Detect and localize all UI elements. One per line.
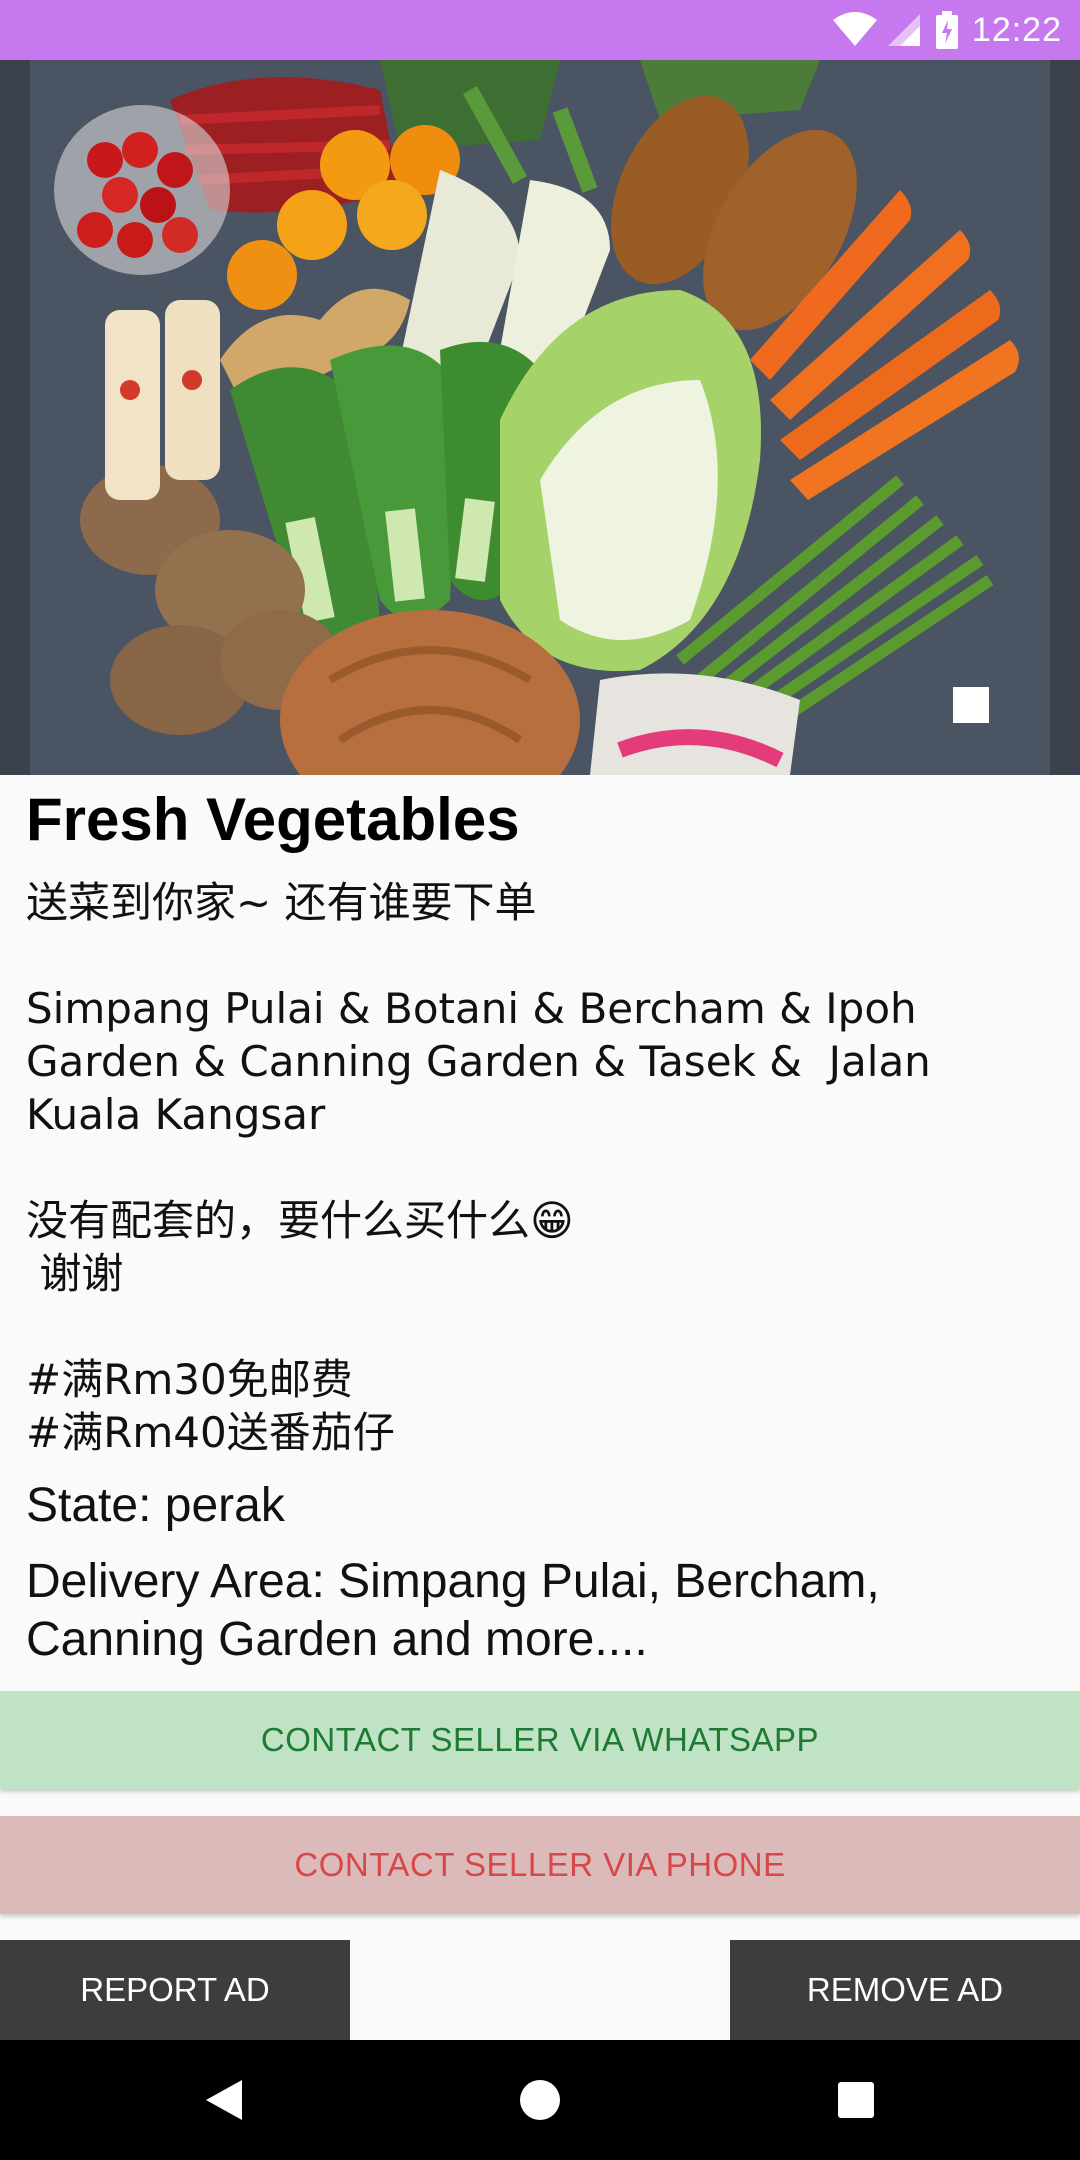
screen: 12:22 Fresh Vegetables 送菜到你家~ 还有谁要下单 Sim… xyxy=(0,0,1080,2160)
ad-state: State: perak xyxy=(26,1478,285,1532)
contact-phone-button[interactable]: CONTACT SELLER VIA PHONE xyxy=(0,1816,1080,1914)
wifi-icon xyxy=(832,12,878,48)
home-icon[interactable] xyxy=(510,2070,570,2130)
status-bar: 12:22 xyxy=(0,0,1080,60)
status-icons: 12:22 xyxy=(832,0,1062,60)
recents-icon[interactable] xyxy=(826,2070,886,2130)
vegetables-photo xyxy=(0,60,1080,775)
ad-delivery-area: Delivery Area: Simpang Pulai, Bercham, C… xyxy=(26,1554,880,1666)
back-icon[interactable] xyxy=(194,2070,254,2130)
ad-title: Fresh Vegetables xyxy=(26,786,520,853)
ad-details: Fresh Vegetables 送菜到你家~ 还有谁要下单 Simpang P… xyxy=(26,775,1056,1669)
contact-whatsapp-button[interactable]: CONTACT SELLER VIA WHATSAPP xyxy=(0,1691,1080,1789)
remove-ad-button[interactable]: REMOVE AD xyxy=(730,1940,1080,2040)
status-time: 12:22 xyxy=(971,10,1062,49)
product-image xyxy=(0,60,1080,775)
report-ad-button[interactable]: REPORT AD xyxy=(0,1940,350,2040)
navigation-bar xyxy=(0,2040,1080,2160)
battery-charging-icon xyxy=(935,11,958,49)
cellular-signal-icon xyxy=(886,12,922,48)
ad-description: 送菜到你家~ 还有谁要下单 Simpang Pulai & Botani & B… xyxy=(26,877,931,1457)
